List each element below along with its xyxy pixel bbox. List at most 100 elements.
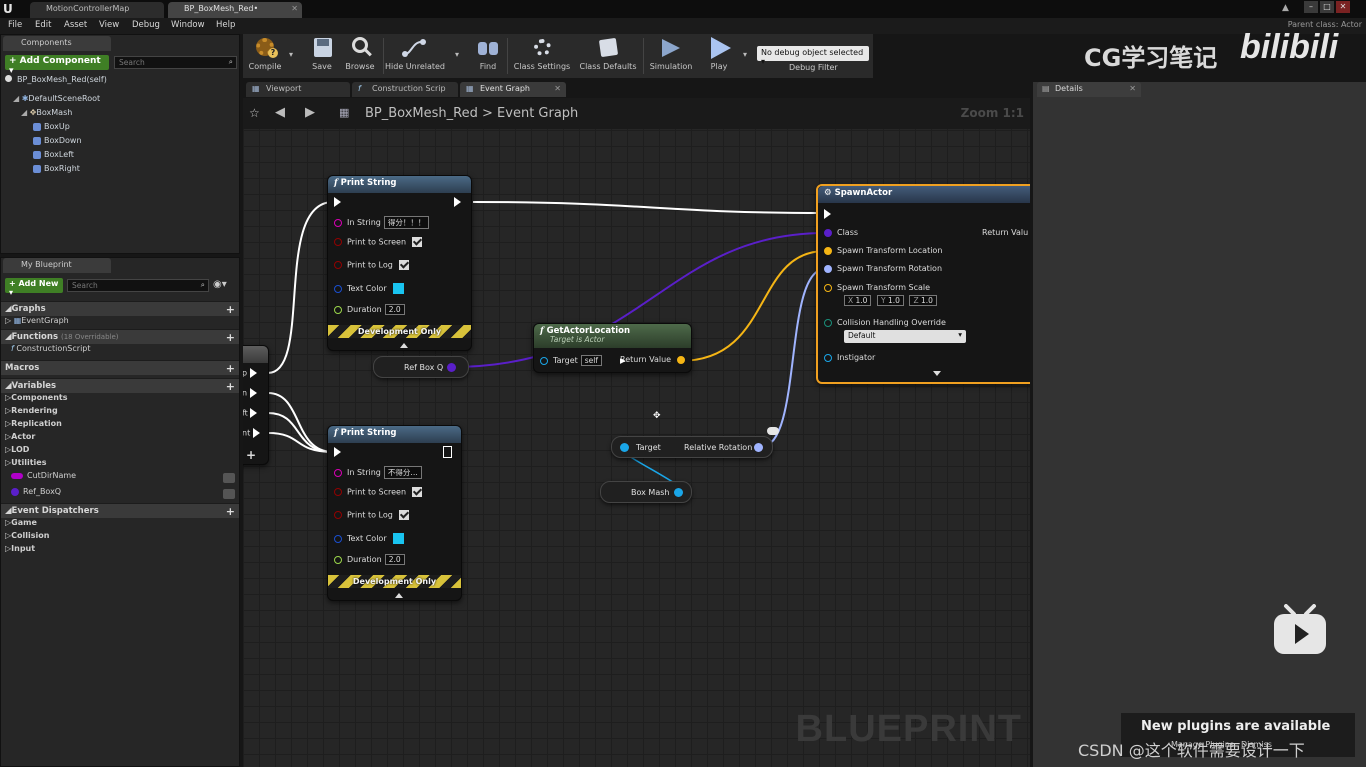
print-to-log-checkbox[interactable] xyxy=(398,260,409,270)
spawn-actor-node[interactable]: ⚙ SpawnActor Class Return Valu Spawn Tra… xyxy=(816,184,1030,384)
class-defaults-button[interactable]: Class Defaults xyxy=(577,36,639,71)
hide-unrelated-button[interactable]: Hide Unrelated xyxy=(385,36,445,71)
add-new-button[interactable]: + Add New ▾ xyxy=(5,278,63,297)
menu-view[interactable]: View xyxy=(99,20,119,30)
save-button[interactable]: Save xyxy=(305,36,339,71)
in-string-value-field[interactable]: 不得分… xyxy=(383,466,422,479)
duration-pin[interactable]: Duration 2.0 xyxy=(334,304,405,315)
graph-item-eventgraph[interactable]: ▷ ▦EventGraph xyxy=(1,316,239,329)
get-actor-location-node[interactable]: f GetActorLocation Target is Actor Target… xyxy=(533,323,692,373)
menu-edit[interactable]: Edit xyxy=(35,20,51,30)
exec-out-pin[interactable]: ft xyxy=(243,408,258,418)
menu-debug[interactable]: Debug xyxy=(132,20,160,30)
event-graph-canvas[interactable]: ☆ ◀ ▶ ▦ BP_BoxMesh_Red > Event Graph Zoo… xyxy=(243,98,1030,767)
rotator-pin-icon[interactable] xyxy=(754,443,763,452)
compile-options-chevron-icon[interactable]: ▾ xyxy=(289,50,293,59)
add-macro-plus-icon[interactable]: + xyxy=(226,362,235,375)
add-variable-plus-icon[interactable]: + xyxy=(226,380,235,393)
variable-category-components[interactable]: ▷Components xyxy=(1,393,239,406)
left-event-node[interactable]: p n ft nt + xyxy=(243,345,269,465)
close-tab-icon[interactable]: ✕ xyxy=(554,84,561,93)
expand-node-icon[interactable] xyxy=(394,593,403,598)
collision-handling-pin[interactable]: Collision Handling Override xyxy=(824,318,946,327)
debug-object-select[interactable]: No debug object selected ▾ xyxy=(757,46,869,66)
in-string-value-field[interactable]: 得分！！！ xyxy=(383,216,430,229)
class-pin[interactable]: Class xyxy=(824,228,858,237)
box-mash-variable-node[interactable]: Box Mash xyxy=(600,481,692,503)
bilibili-play-icon[interactable] xyxy=(1272,604,1328,656)
exec-out-pin[interactable]: n xyxy=(243,388,257,398)
compile-button[interactable]: ? Compile xyxy=(245,36,285,71)
add-function-plus-icon[interactable]: + xyxy=(226,331,235,344)
dispatcher-category-collision[interactable]: ▷Collision xyxy=(1,531,239,544)
menu-window[interactable]: Window xyxy=(171,20,205,30)
exec-in-pin[interactable] xyxy=(824,209,831,219)
visibility-toggle-icon[interactable] xyxy=(223,473,235,483)
functions-section-header[interactable]: ◢Functions (18 Overridable) + xyxy=(1,329,239,344)
tab-construction-script[interactable]: f Construction Scrip xyxy=(352,82,458,97)
browse-button[interactable]: Browse xyxy=(341,36,379,71)
add-component-button[interactable]: + Add Component ▾ xyxy=(5,55,109,76)
close-tab-icon[interactable]: ✕ xyxy=(1129,84,1136,93)
duration-value-field[interactable]: 2.0 xyxy=(384,304,405,315)
target-pin[interactable]: Target self xyxy=(540,355,602,366)
object-pin-icon[interactable] xyxy=(620,443,629,452)
variable-category-replication[interactable]: ▷Replication xyxy=(1,419,239,432)
view-options-eye-icon[interactable]: ◉▾ xyxy=(213,279,227,290)
variable-category-rendering[interactable]: ▷Rendering xyxy=(1,406,239,419)
collision-handling-select[interactable]: Default ▾ xyxy=(844,330,966,343)
expand-node-icon[interactable] xyxy=(399,343,408,348)
find-button[interactable]: Find xyxy=(471,36,505,71)
class-settings-button[interactable]: Class Settings xyxy=(511,36,573,71)
exec-out-pin[interactable] xyxy=(454,197,461,207)
visibility-toggle-icon[interactable] xyxy=(223,489,235,499)
dispatcher-category-game[interactable]: ▷Game xyxy=(1,518,239,531)
text-color-swatch[interactable] xyxy=(392,533,404,544)
blueprint-search-input[interactable]: Search ⌕ xyxy=(67,279,209,292)
maximize-button[interactable]: □ xyxy=(1320,1,1334,13)
tree-item-boxdown[interactable]: BoxDown xyxy=(33,136,82,150)
in-string-pin[interactable]: In String 得分！！！ xyxy=(334,216,430,229)
spawn-transform-scale-pin[interactable]: Spawn Transform Scale xyxy=(824,283,930,292)
dispatcher-category-input[interactable]: ▷Input xyxy=(1,544,239,557)
tree-item-boxup[interactable]: BoxUp xyxy=(33,122,70,136)
tree-item-self[interactable]: BP_BoxMesh_Red(self) xyxy=(5,75,107,89)
spawn-transform-location-pin[interactable]: Spawn Transform Location xyxy=(824,246,942,255)
components-search-input[interactable]: Search ⌕ xyxy=(114,56,237,69)
return-value-pin[interactable]: Return Valu xyxy=(982,228,1028,237)
print-string-node-1[interactable]: f Print String In String 得分！！！ Print to S… xyxy=(327,175,472,351)
variable-category-utilities[interactable]: ▷Utilities xyxy=(1,458,239,471)
tree-item-defaultsceneroot[interactable]: ◢ ✱DefaultSceneRoot xyxy=(13,94,100,108)
scale-z-field[interactable]: Z 1.0 xyxy=(909,295,937,306)
print-to-log-pin[interactable]: Print to Log xyxy=(334,260,409,270)
tab-viewport[interactable]: ▦ Viewport xyxy=(246,82,350,97)
doc-tab-motioncontrollermap[interactable]: MotionControllerMap xyxy=(30,2,164,18)
add-dispatcher-plus-icon[interactable]: + xyxy=(226,505,235,518)
text-color-swatch[interactable] xyxy=(392,283,404,294)
variable-category-actor[interactable]: ▷Actor xyxy=(1,432,239,445)
duration-value-field[interactable]: 2.0 xyxy=(384,554,405,565)
doc-tab-bp-boxmesh-red[interactable]: BP_BoxMesh_Red• ✕ xyxy=(168,2,302,18)
event-dispatchers-section-header[interactable]: ◢Event Dispatchers + xyxy=(1,503,239,518)
object-pin-icon[interactable] xyxy=(674,488,683,497)
tab-event-graph[interactable]: ▦ Event Graph ✕ xyxy=(460,82,566,97)
scale-x-field[interactable]: X 1.0 xyxy=(844,295,872,306)
notification-icon[interactable]: ▲ xyxy=(1282,3,1289,13)
my-blueprint-tab[interactable]: My Blueprint xyxy=(3,258,111,273)
variable-item-cutdirname[interactable]: CutDirName xyxy=(1,471,239,487)
menu-asset[interactable]: Asset xyxy=(64,20,87,30)
instigator-pin[interactable]: Instigator xyxy=(824,353,875,362)
spawn-transform-rotation-pin[interactable]: Spawn Transform Rotation xyxy=(824,264,942,273)
details-tab[interactable]: ▤ Details ✕ xyxy=(1037,82,1141,97)
return-value-pin[interactable]: Return Value xyxy=(620,355,690,364)
close-window-button[interactable]: ✕ xyxy=(1336,1,1350,13)
scale-y-field[interactable]: Y 1.0 xyxy=(877,295,904,306)
text-color-pin[interactable]: Text Color xyxy=(334,283,404,294)
object-pin-icon[interactable] xyxy=(447,363,456,372)
add-pin-plus-icon[interactable]: + xyxy=(246,448,256,462)
variables-section-header[interactable]: ◢Variables + xyxy=(1,378,239,393)
play-options-chevron-icon[interactable]: ▾ xyxy=(743,50,747,59)
hide-unrelated-chevron-icon[interactable]: ▾ xyxy=(455,50,459,59)
reroute-knot-icon[interactable] xyxy=(767,427,779,435)
ref-box-q-variable-node[interactable]: Ref Box Q xyxy=(373,356,469,378)
